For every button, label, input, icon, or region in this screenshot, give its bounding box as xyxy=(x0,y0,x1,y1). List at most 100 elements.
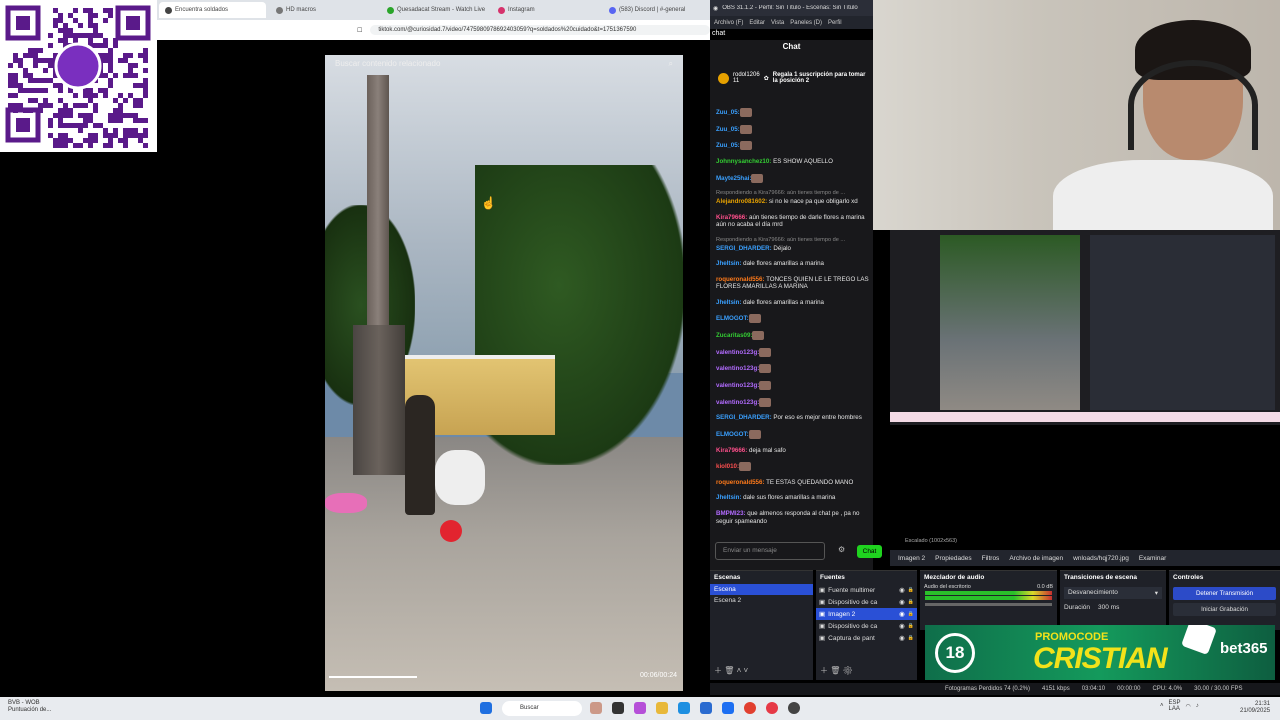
url-field[interactable]: tiktok.com/@curiosidad.7/video/747598097… xyxy=(370,25,710,35)
obs-menu-item[interactable]: Perfil xyxy=(828,20,842,26)
wifi-icon[interactable]: ◠ xyxy=(1186,703,1191,710)
trash-icon[interactable]: 🗑 xyxy=(724,666,734,675)
volume-slider[interactable] xyxy=(925,603,1052,606)
lock-icon[interactable]: 🔒 xyxy=(908,611,914,617)
video-search-placeholder[interactable]: Buscar contenido relacionado xyxy=(335,59,440,69)
chat-username[interactable]: Johnnysanchez10: xyxy=(716,158,771,165)
app-icon-widgets[interactable] xyxy=(590,702,602,714)
browser-tab[interactable]: Instagram xyxy=(492,2,599,18)
chat-settings-gear-icon[interactable]: ⚙ xyxy=(838,545,845,554)
eye-icon[interactable]: ◉ xyxy=(899,610,905,618)
source-toolbar-item[interactable]: Filtros xyxy=(982,555,1000,562)
stop-stream-button[interactable]: Detener Transmisión xyxy=(1173,587,1276,600)
chat-username[interactable]: Kira79666: xyxy=(716,447,747,454)
source-toolbar-item[interactable]: wnloads/hqj720.jpg xyxy=(1073,555,1129,562)
source-item[interactable]: ▣ Dispositivo de ca ◉ 🔒 xyxy=(816,620,917,632)
browser-address-bar[interactable]: ☐ tiktok.com/@curiosidad.7/video/7475980… xyxy=(157,20,710,40)
windows-start-icon[interactable] xyxy=(480,702,492,714)
duration-value[interactable]: 300 ms xyxy=(1098,604,1119,611)
obs-menu-item[interactable]: Archivo (F) xyxy=(714,20,743,26)
trash-icon[interactable]: 🗑 xyxy=(830,666,840,675)
lock-icon[interactable]: 🔒 xyxy=(908,623,914,629)
chat-username[interactable]: kiol010: xyxy=(716,463,739,470)
chat-username[interactable]: roqueronald556: xyxy=(716,276,764,283)
browser-tab[interactable]: (583) Discord | #-general xyxy=(603,2,710,18)
lock-icon[interactable]: 🔒 xyxy=(908,599,914,605)
lock-icon[interactable]: 🔒 xyxy=(908,635,914,641)
bookmark-icon[interactable]: ☐ xyxy=(357,27,362,34)
pinned-sub-goal[interactable]: rodol1206 11 ✿ Regala 1 suscripción para … xyxy=(718,66,871,90)
add-icon[interactable]: ＋ xyxy=(714,666,722,675)
search-icon[interactable]: ⌕ xyxy=(669,59,673,69)
taskbar-search[interactable]: Buscar xyxy=(502,701,582,716)
chat-username[interactable]: Kira79666: xyxy=(716,214,747,221)
chat-username[interactable]: valentino123g: xyxy=(716,382,759,389)
source-item[interactable]: ▣ Dispositivo de ca ◉ 🔒 xyxy=(816,596,917,608)
brave-icon[interactable] xyxy=(744,702,756,714)
chat-username[interactable]: Zuu_05: xyxy=(716,126,740,133)
source-item[interactable]: ▣ Imagen 2 ◉ 🔒 xyxy=(816,608,917,620)
browser-tab[interactable]: Quesadacat Stream - Watch Live xyxy=(381,2,488,18)
chat-username[interactable]: valentino123g: xyxy=(716,399,759,406)
chat-username[interactable]: roqueronald556: xyxy=(716,479,764,486)
gear-icon[interactable]: ⚙ xyxy=(843,666,853,675)
chat-username[interactable]: SERGI_DHARDER: xyxy=(716,414,772,421)
chat-send-input[interactable]: Enviar un mensaje xyxy=(715,542,825,560)
chat-username[interactable]: BMPMI23: xyxy=(716,510,746,517)
down-icon[interactable]: ˅ xyxy=(744,666,749,675)
video-search-overlay[interactable]: Buscar contenido relacionado ⌕ xyxy=(325,55,683,73)
speaker-icon[interactable]: ♪ xyxy=(1196,703,1199,709)
video-progress-bar[interactable] xyxy=(329,676,417,678)
store-icon[interactable] xyxy=(700,702,712,714)
chat-username[interactable]: Mayte25hai: xyxy=(716,175,751,182)
chrome-icon[interactable] xyxy=(766,702,778,714)
folder-icon[interactable] xyxy=(656,702,668,714)
source-toolbar-item[interactable]: Imagen 2 xyxy=(898,555,925,562)
chat-username[interactable]: Alejandro081602: xyxy=(716,198,767,205)
chat-username[interactable]: ELMOGOT: xyxy=(716,315,749,322)
source-toolbar-item[interactable]: Examinar xyxy=(1139,555,1166,562)
tiktok-video[interactable] xyxy=(325,55,683,691)
transition-select[interactable]: Desvanecimiento ▾ xyxy=(1064,587,1162,599)
lock-icon[interactable]: 🔒 xyxy=(908,587,914,593)
chat-send-button[interactable]: Chat xyxy=(857,545,882,558)
eye-icon[interactable]: ◉ xyxy=(899,598,905,606)
obs-menu-item[interactable]: Paneles (D) xyxy=(790,20,822,26)
chat-username[interactable]: valentino123g: xyxy=(716,349,759,356)
chat-username[interactable]: Zuu_05: xyxy=(716,143,740,150)
app-icon-photos[interactable] xyxy=(634,702,646,714)
obs-menu-item[interactable]: Vista xyxy=(771,20,784,26)
obs-menu-item[interactable]: Editar xyxy=(749,20,765,26)
source-toolbar-item[interactable]: Archivo de imagen xyxy=(1009,555,1063,562)
scene-item[interactable]: Escena xyxy=(710,584,813,595)
obs-preview-canvas[interactable] xyxy=(890,230,1280,425)
start-record-button[interactable]: Iniciar Grabación xyxy=(1173,603,1276,616)
eye-icon[interactable]: ◉ xyxy=(899,586,905,594)
chevron-up-icon[interactable]: ˄ xyxy=(1160,703,1164,709)
chat-username[interactable]: SERGI_DHARDER: xyxy=(716,245,772,252)
app-icon-blue[interactable] xyxy=(722,702,734,714)
chat-username[interactable]: Zuu_05: xyxy=(716,109,740,116)
lang-indicator[interactable]: ESP LAA xyxy=(1169,700,1181,712)
chat-username[interactable]: Jheltsin: xyxy=(716,299,741,306)
app-icon-taskview[interactable] xyxy=(612,702,624,714)
obs-icon[interactable] xyxy=(788,702,800,714)
source-item[interactable]: ▣ Fuente multimer ◉ 🔒 xyxy=(816,584,917,596)
source-toolbar-item[interactable]: Propiedades xyxy=(935,555,972,562)
taskbar-clock[interactable]: 21:31 21/09/2025 xyxy=(1240,701,1270,715)
taskbar-widget[interactable]: BVB - WOB Puntuación de... xyxy=(8,700,51,714)
add-icon[interactable]: ＋ xyxy=(820,666,828,675)
browser-tab[interactable]: HD macros xyxy=(270,2,377,18)
eye-icon[interactable]: ◉ xyxy=(899,634,905,642)
chat-username[interactable]: Jheltsin: xyxy=(716,494,741,501)
scene-item[interactable]: Escena 2 xyxy=(710,595,813,606)
eye-icon[interactable]: ◉ xyxy=(899,622,905,630)
source-item[interactable]: ▣ Captura de pant ◉ 🔒 xyxy=(816,632,917,644)
chat-username[interactable]: ELMOGOT: xyxy=(716,431,749,438)
up-icon[interactable]: ˄ xyxy=(737,666,742,675)
chat-username[interactable]: valentino123g: xyxy=(716,366,759,373)
browser-tab[interactable]: Encuentra soldados xyxy=(159,2,266,18)
chat-username[interactable]: Zucaritas09: xyxy=(716,332,752,339)
chat-username[interactable]: Jheltsin: xyxy=(716,260,741,267)
edge-icon[interactable] xyxy=(678,702,690,714)
